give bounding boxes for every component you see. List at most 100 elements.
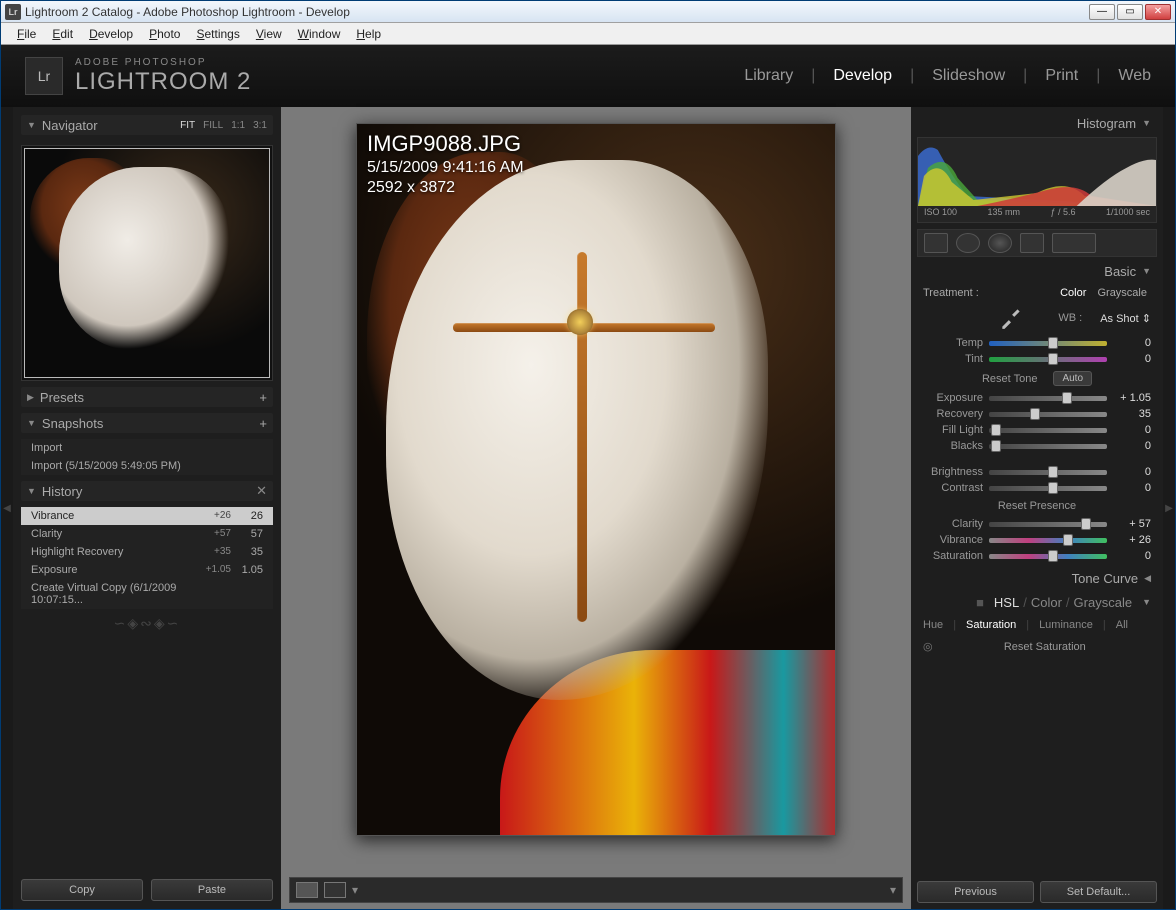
right-panel-toggle[interactable]: ▶ [1163,107,1175,909]
slider-tint[interactable]: Tint0 [917,351,1157,367]
hsl-tab-luminance[interactable]: Luminance [1039,619,1093,631]
hsl-header[interactable]: ■HSL/Color/Grayscale ▼ [917,592,1157,612]
collapse-icon: ▼ [1142,266,1151,276]
hsl-mode-grayscale[interactable]: Grayscale [1074,595,1133,610]
menu-develop[interactable]: Develop [81,25,141,43]
module-library[interactable]: Library [744,67,793,85]
hsl-tab-hue[interactable]: Hue [923,619,943,631]
treatment-grayscale[interactable]: Grayscale [1093,287,1151,299]
module-print[interactable]: Print [1045,67,1078,85]
module-slideshow[interactable]: Slideshow [932,67,1005,85]
slider-temp[interactable]: Temp0 [917,335,1157,351]
slider-clarity[interactable]: Clarity+ 57 [917,516,1157,532]
paste-button[interactable]: Paste [151,879,273,901]
history-item[interactable]: Create Virtual Copy (6/1/2009 10:07:15..… [21,579,273,609]
hsl-tab-saturation[interactable]: Saturation [966,619,1016,631]
slider-vibrance[interactable]: Vibrance+ 26 [917,532,1157,548]
spot-removal-icon[interactable] [956,233,980,253]
navigator-thumbnail[interactable] [21,145,273,381]
crop-tool-icon[interactable] [924,233,948,253]
module-web[interactable]: Web [1118,67,1151,85]
menu-photo[interactable]: Photo [141,25,188,43]
treatment-color[interactable]: Color [1056,287,1090,299]
image-filename: IMGP9088.JPG [367,130,524,158]
zoom-3-1[interactable]: 3:1 [253,120,267,131]
hsl-mode-color[interactable]: Color [1031,595,1062,610]
menu-settings[interactable]: Settings [188,25,247,43]
menu-help[interactable]: Help [348,25,389,43]
history-item[interactable]: Exposure+1.051.05 [21,561,273,579]
menu-file[interactable]: File [9,25,44,43]
toolbar-menu-icon[interactable]: ▾ [890,883,896,897]
app-icon: Lr [5,4,21,20]
slider-recovery[interactable]: Recovery35 [917,406,1157,422]
slider-brightness[interactable]: Brightness0 [917,464,1157,480]
module-develop[interactable]: Develop [833,67,892,85]
snapshot-item[interactable]: Import [21,439,273,457]
histogram-focal: 135 mm [987,207,1020,217]
history-item[interactable]: Clarity+5757 [21,525,273,543]
treatment-row: Treatment : Color Grayscale [917,285,1157,301]
reset-presence-label[interactable]: Reset Presence [998,500,1076,512]
auto-tone-button[interactable]: Auto [1053,371,1092,386]
close-button[interactable]: ✕ [1145,4,1171,20]
slider-exposure[interactable]: Exposure+ 1.05 [917,390,1157,406]
slider-saturation[interactable]: Saturation0 [917,548,1157,564]
zoom-FIT[interactable]: FIT [180,120,195,131]
toolbar-dropdown-icon[interactable]: ▾ [352,883,358,897]
copy-button[interactable]: Copy [21,879,143,901]
target-adjust-icon[interactable]: ◎ [923,640,933,653]
clear-history-icon[interactable]: ✕ [256,483,267,499]
collapse-icon: ▼ [27,120,36,130]
set-default-button[interactable]: Set Default... [1040,881,1157,903]
zoom-1-1[interactable]: 1:1 [231,120,245,131]
slider-blacks[interactable]: Blacks0 [917,438,1157,454]
zoom-FILL[interactable]: FILL [203,120,223,131]
image-dimensions: 2592 x 3872 [367,178,524,198]
reset-saturation-row[interactable]: ◎ Reset Saturation [917,638,1157,655]
add-snapshot-icon[interactable]: + [259,416,267,431]
menu-view[interactable]: View [248,25,290,43]
redeye-tool-icon[interactable] [988,233,1012,253]
history-item[interactable]: Highlight Recovery+3535 [21,543,273,561]
identity-plate: Lr ADOBE PHOTOSHOP LIGHTROOM 2 Library|D… [1,45,1175,107]
navigator-header[interactable]: ▼ Navigator FITFILL1:13:1 [21,115,273,135]
hsl-toggle-icon[interactable]: ■ [976,595,984,610]
maximize-button[interactable]: ▭ [1117,4,1143,20]
histogram-aperture: ƒ / 5.6 [1050,207,1075,217]
menu-edit[interactable]: Edit [44,25,81,43]
collapse-icon: ▼ [1142,118,1151,128]
slider-contrast[interactable]: Contrast0 [917,480,1157,496]
loupe-view-button[interactable] [296,882,318,898]
image-canvas[interactable]: IMGP9088.JPG 5/15/2009 9:41:16 AM 2592 x… [281,107,911,909]
grad-filter-icon[interactable] [1020,233,1044,253]
hsl-mode-hsl[interactable]: HSL [994,595,1019,610]
tool-strip [917,229,1157,257]
history-header[interactable]: ▼ History ✕ [21,481,273,501]
slider-fill-light[interactable]: Fill Light0 [917,422,1157,438]
menu-window[interactable]: Window [290,25,349,43]
titlebar: Lr Lightroom 2 Catalog - Adobe Photoshop… [1,1,1175,23]
eyedropper-icon[interactable] [998,305,1024,331]
histogram-display[interactable]: ISO 100 135 mm ƒ / 5.6 1/1000 sec [917,137,1157,223]
reset-tone-label[interactable]: Reset Tone [982,373,1037,385]
minimize-button[interactable]: — [1089,4,1115,20]
histogram-header[interactable]: Histogram ▼ [917,113,1157,133]
left-panel-toggle[interactable]: ◀ [1,107,13,909]
add-preset-icon[interactable]: + [259,390,267,405]
snapshots-header[interactable]: ▼ Snapshots + [21,413,273,433]
presets-header[interactable]: ▶ Presets + [21,387,273,407]
basic-header[interactable]: Basic ▼ [917,261,1157,281]
tone-curve-header[interactable]: Tone Curve ◀ [917,568,1157,588]
snapshot-item[interactable]: Import (5/15/2009 5:49:05 PM) [21,457,273,475]
collapse-icon: ▼ [27,418,36,428]
wb-preset-dropdown[interactable]: As Shot ⇕ [1100,312,1151,325]
previous-button[interactable]: Previous [917,881,1034,903]
hsl-tab-all[interactable]: All [1116,619,1128,631]
adjust-brush-icon[interactable] [1052,233,1096,253]
window-title: Lightroom 2 Catalog - Adobe Photoshop Li… [25,5,1089,19]
history-item[interactable]: Vibrance+2626 [21,507,273,525]
main-image[interactable]: IMGP9088.JPG 5/15/2009 9:41:16 AM 2592 x… [356,123,836,836]
histogram-shutter: 1/1000 sec [1106,207,1150,217]
compare-view-button[interactable] [324,882,346,898]
